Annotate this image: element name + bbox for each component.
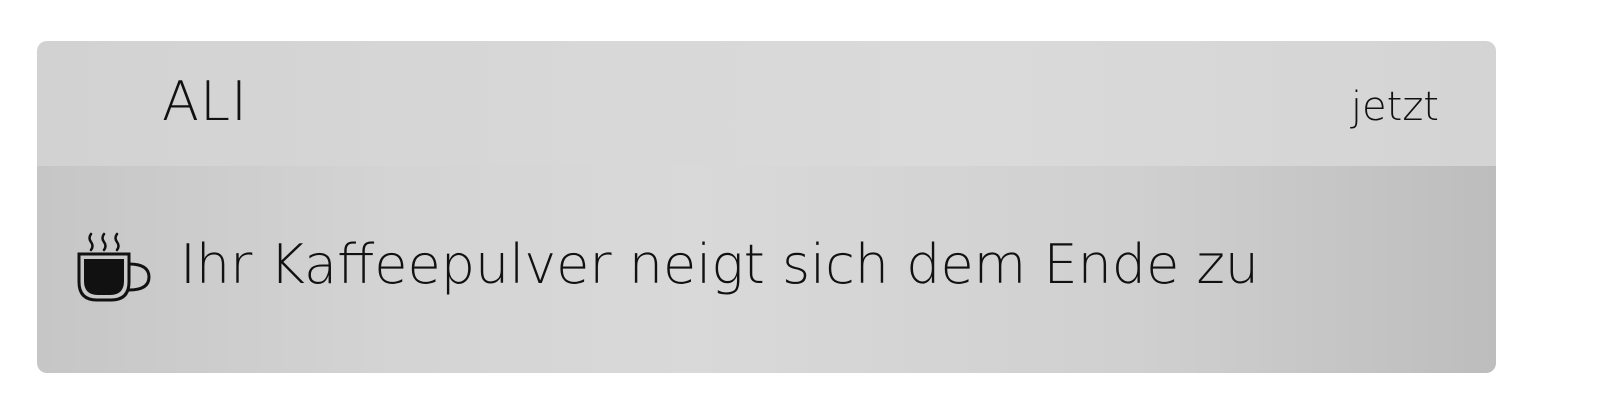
notification-header: ALI jetzt: [37, 41, 1496, 166]
notification-message: Ihr Kaffeepulver neigt sich dem Ende zu: [180, 233, 1260, 296]
notification-timestamp: jetzt: [1350, 84, 1439, 130]
notification-body: Ihr Kaffeepulver neigt sich dem Ende zu: [37, 166, 1496, 373]
coffee-cup-icon: [77, 232, 151, 302]
app-name: ALI: [162, 70, 248, 133]
notification-banner[interactable]: ALI jetzt Ihr Kaffeepulver neigt sich de…: [37, 41, 1496, 373]
